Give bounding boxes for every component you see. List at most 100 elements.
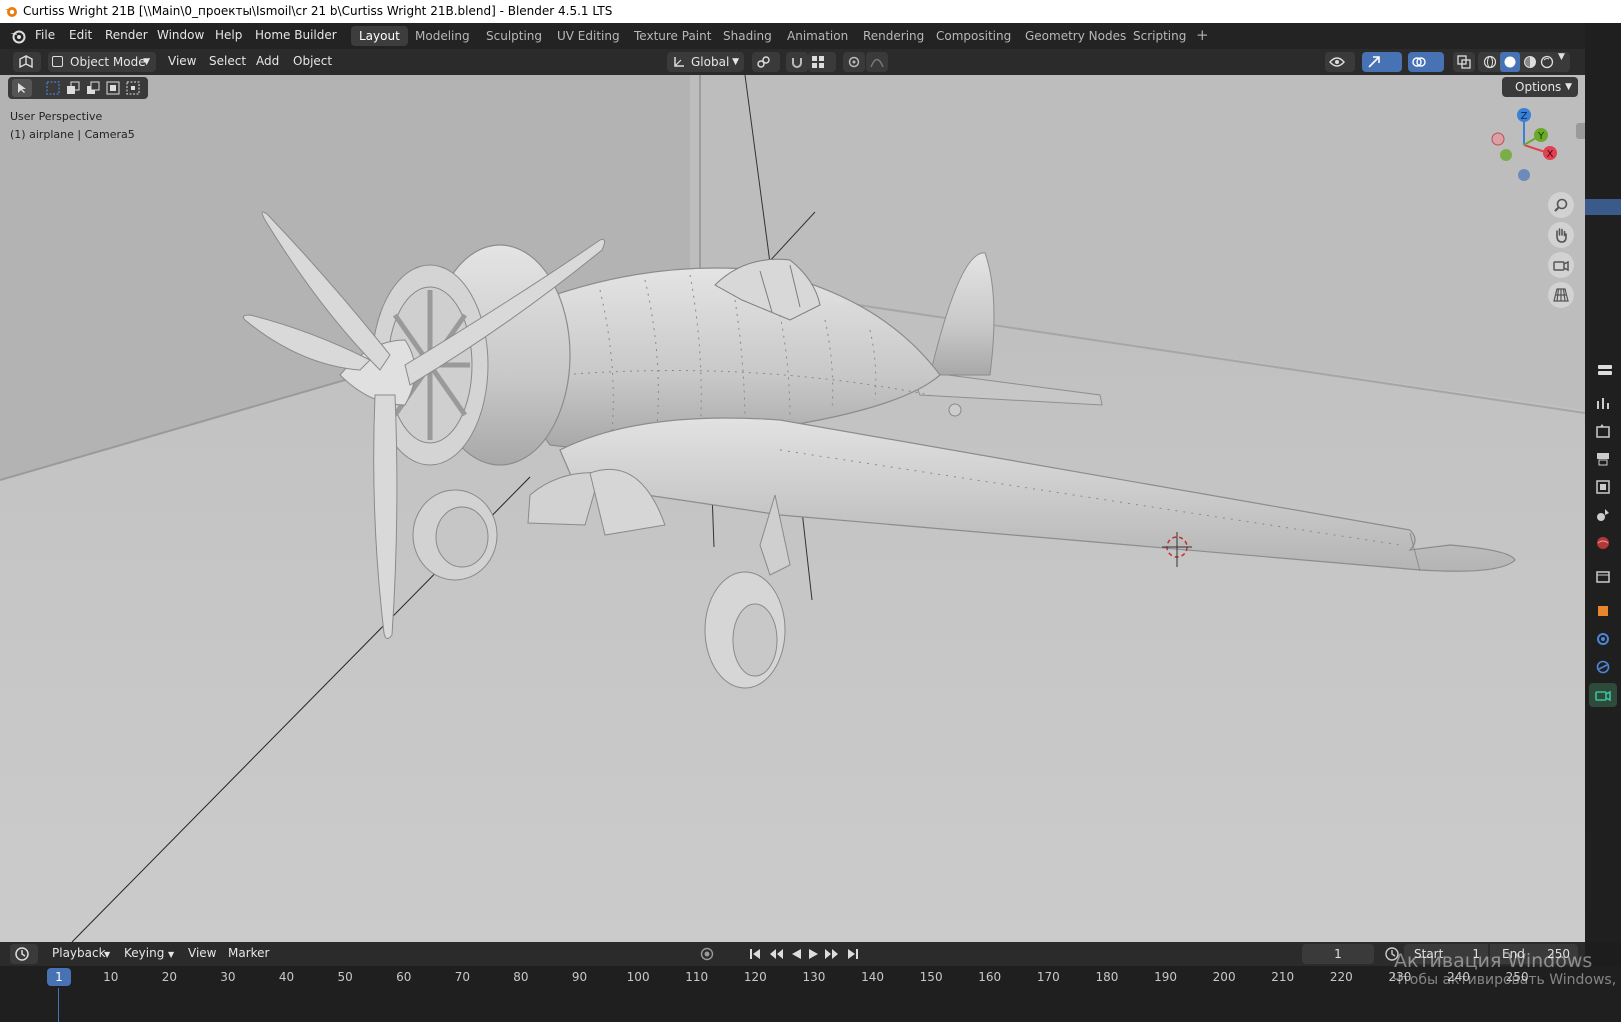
blender-logo-icon bbox=[5, 7, 17, 17]
visibility-dropdown[interactable] bbox=[1325, 52, 1355, 72]
snap-target-dropdown[interactable] bbox=[808, 52, 836, 72]
menu-window[interactable]: Window bbox=[157, 28, 204, 42]
hand-icon bbox=[1556, 228, 1567, 243]
collection-tab-icon[interactable] bbox=[1595, 569, 1611, 585]
timeline-header: Playback ▼ Keying ▼ View Marker 1 Start … bbox=[0, 942, 1585, 966]
tab-texture-paint[interactable]: Texture Paint bbox=[626, 26, 719, 46]
menu-file[interactable]: File bbox=[35, 28, 55, 42]
gizmo-icon bbox=[1368, 56, 1380, 68]
menu-marker[interactable]: Marker bbox=[228, 946, 269, 960]
tool-select-button[interactable] bbox=[12, 79, 32, 97]
cursor-arrow-icon bbox=[18, 83, 26, 93]
tab-rendering[interactable]: Rendering bbox=[855, 26, 932, 46]
frame-tick-label: 220 bbox=[1329, 970, 1353, 984]
camera-view-button[interactable] bbox=[1548, 252, 1574, 278]
frame-tick-label: 210 bbox=[1271, 970, 1295, 984]
tab-layout[interactable]: Layout bbox=[351, 26, 408, 46]
tab-modeling[interactable]: Modeling bbox=[407, 26, 478, 46]
zoom-button[interactable] bbox=[1548, 192, 1574, 218]
world-tab-icon[interactable] bbox=[1595, 535, 1611, 551]
perspective-toggle-button[interactable] bbox=[1548, 282, 1574, 308]
menu-help[interactable]: Help bbox=[215, 28, 242, 42]
menu-playback[interactable]: Playback bbox=[52, 946, 106, 960]
chevron-down-icon: ▼ bbox=[104, 950, 111, 959]
editor-type-button[interactable] bbox=[13, 52, 41, 72]
object-tab-icon[interactable] bbox=[1595, 603, 1611, 619]
render-tab-icon[interactable] bbox=[1595, 423, 1611, 439]
pan-button[interactable] bbox=[1548, 222, 1574, 248]
jump-prev-keyframe-icon[interactable] bbox=[768, 947, 784, 961]
overlays-toggle[interactable] bbox=[1408, 52, 1444, 72]
snap-toggle[interactable] bbox=[786, 52, 808, 72]
mode-intersect-icon[interactable] bbox=[126, 81, 140, 95]
menu-edit[interactable]: Edit bbox=[69, 28, 92, 42]
sidebar-toggle-handle[interactable] bbox=[1576, 123, 1585, 139]
menu-home-builder[interactable]: Home Builder bbox=[255, 28, 337, 42]
blender-menu-icon[interactable] bbox=[9, 27, 26, 44]
menu-keying[interactable]: Keying bbox=[124, 946, 164, 960]
tab-compositing[interactable]: Compositing bbox=[928, 26, 1019, 46]
chevron-down-icon[interactable]: ▼ bbox=[1558, 52, 1565, 62]
orientation-icon bbox=[674, 57, 684, 67]
tab-scripting[interactable]: Scripting bbox=[1125, 26, 1194, 46]
view-layer-tab-icon[interactable] bbox=[1595, 479, 1611, 495]
3d-viewport-icon bbox=[19, 55, 33, 69]
pivot-icon bbox=[757, 56, 770, 68]
menu-view[interactable]: View bbox=[168, 54, 196, 68]
3d-viewport[interactable]: User Perspective (1) airplane | Camera5 … bbox=[0, 75, 1585, 942]
tab-shading[interactable]: Shading bbox=[715, 26, 780, 46]
falloff-dropdown[interactable] bbox=[866, 52, 888, 72]
jump-start-icon[interactable] bbox=[748, 947, 762, 961]
mode-extend-icon[interactable] bbox=[66, 81, 80, 95]
frame-tick-label: 130 bbox=[802, 970, 826, 984]
window-title: Curtiss Wright 21B [\\Main\0_проекты\Ism… bbox=[23, 4, 613, 18]
timeline-area[interactable]: 10 20 30 40 50 60 70 80 90 100 110 120 130 140 150 160 1… bbox=[0, 966, 1621, 1022]
current-frame-field[interactable]: 1 bbox=[1302, 944, 1374, 964]
play-reverse-icon[interactable] bbox=[790, 947, 802, 961]
transform-orientation-dropdown[interactable]: Global ▼ bbox=[667, 52, 744, 72]
scene-tab-icon[interactable] bbox=[1595, 507, 1611, 523]
navigation-gizmo[interactable]: Z Y X bbox=[1488, 105, 1560, 187]
gizmos-toggle[interactable] bbox=[1362, 52, 1402, 72]
play-icon[interactable] bbox=[808, 947, 820, 961]
top-bar: File Edit Render Window Help Home Builde… bbox=[0, 23, 1621, 49]
playhead-frame-indicator[interactable]: 1 bbox=[47, 968, 71, 986]
menu-object[interactable]: Object bbox=[293, 54, 332, 68]
tab-animation[interactable]: Animation bbox=[779, 26, 856, 46]
menu-add[interactable]: Add bbox=[256, 54, 279, 68]
timeline-editor-type-button[interactable] bbox=[10, 944, 38, 964]
object-data-tab[interactable] bbox=[1589, 683, 1617, 707]
material-preview-icon[interactable] bbox=[1523, 55, 1537, 69]
wireframe-shading-icon[interactable] bbox=[1483, 55, 1497, 69]
xray-toggle[interactable] bbox=[1453, 52, 1475, 72]
auto-keying-icon[interactable] bbox=[700, 947, 714, 961]
tab-geometry-nodes[interactable]: Geometry Nodes bbox=[1017, 26, 1134, 46]
jump-end-icon[interactable] bbox=[846, 947, 860, 961]
solid-shading-button[interactable] bbox=[1500, 52, 1520, 72]
mode-dropdown[interactable]: Object Mode ▼ bbox=[48, 52, 156, 72]
tab-sculpting[interactable]: Sculpting bbox=[478, 26, 550, 46]
modifiers-tab-icon[interactable] bbox=[1595, 631, 1611, 647]
mode-subtract-icon[interactable] bbox=[86, 81, 100, 95]
tool-tab-icon[interactable] bbox=[1595, 395, 1611, 411]
jump-next-keyframe-icon[interactable] bbox=[824, 947, 840, 961]
frame-ruler[interactable]: 10 20 30 40 50 60 70 80 90 100 110 120 130 140 150 160 1… bbox=[0, 966, 1621, 988]
mode-new-icon[interactable] bbox=[46, 81, 60, 95]
proportional-editing-toggle[interactable] bbox=[843, 52, 865, 72]
physics-tab-icon[interactable] bbox=[1595, 659, 1611, 675]
tool-settings-tab-icon[interactable] bbox=[1597, 363, 1613, 377]
tab-uv-editing[interactable]: UV Editing bbox=[549, 26, 628, 46]
shading-mode-group[interactable]: ▼ bbox=[1478, 52, 1570, 72]
frame-tick-label: 140 bbox=[861, 970, 884, 984]
menu-render[interactable]: Render bbox=[105, 28, 148, 42]
menu-select[interactable]: Select bbox=[209, 54, 246, 68]
add-workspace-button[interactable]: + bbox=[1196, 26, 1209, 44]
output-tab-icon[interactable] bbox=[1595, 451, 1611, 467]
mode-invert-icon[interactable] bbox=[106, 81, 120, 95]
rendered-shading-icon[interactable] bbox=[1540, 55, 1554, 69]
pivot-point-button[interactable] bbox=[752, 52, 780, 72]
frame-tick-label: 160 bbox=[978, 970, 1002, 984]
frame-tick-label: 190 bbox=[1154, 970, 1177, 984]
options-dropdown[interactable]: Options ▼ bbox=[1502, 77, 1578, 97]
menu-timeline-view[interactable]: View bbox=[188, 946, 216, 960]
